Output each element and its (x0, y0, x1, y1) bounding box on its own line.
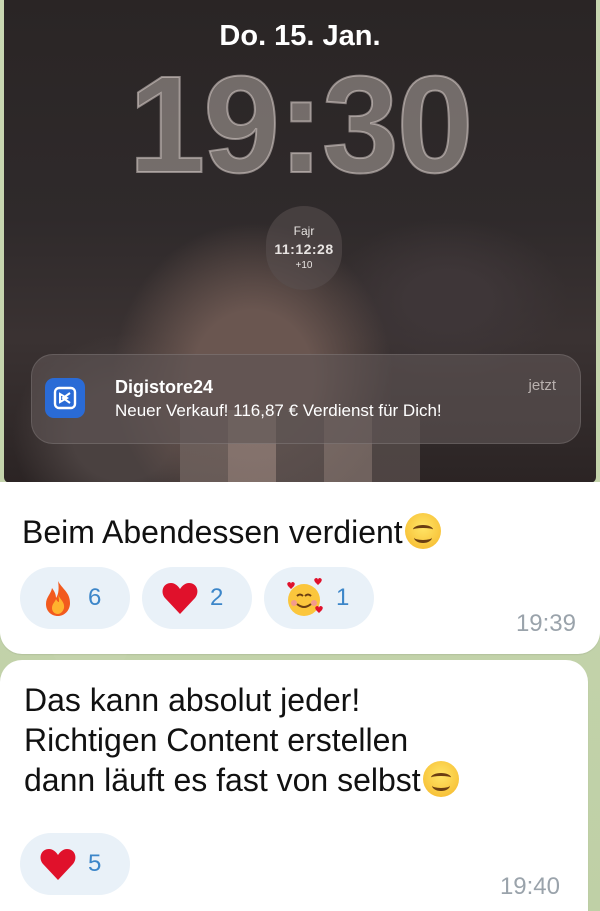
smiling-face-emoji-icon (404, 513, 441, 549)
widget-countdown: 11:12:28 (274, 241, 334, 257)
notification-time: jetzt (528, 377, 556, 394)
notification-message: Neuer Verkauf! 116,87 € Verdienst für Di… (115, 401, 442, 420)
notification-app-name: Digistore24 (115, 377, 214, 397)
widget-label: Fajr (293, 224, 315, 238)
reaction-heart[interactable]: 5 (20, 833, 130, 895)
lockscreen-screenshot[interactable]: Do. 15. Jan. 19:30 Fajr 11:12:28 +10 Dig… (4, 0, 596, 483)
reaction-count: 6 (88, 584, 102, 611)
reactions-bar: 5 (20, 833, 130, 895)
widget-sub: +10 (295, 260, 313, 271)
prayer-time-widget: Fajr 11:12:28 +10 (266, 206, 342, 290)
message-time: 19:40 (499, 873, 560, 900)
fire-emoji-icon (46, 581, 70, 616)
smiling-face-with-hearts-emoji-icon (287, 578, 323, 616)
lockscreen-clock: 19:30 (128, 48, 475, 202)
reaction-smiling-hearts[interactable]: 1 (264, 567, 374, 629)
reaction-count: 5 (88, 850, 102, 877)
digistore24-app-icon (45, 378, 85, 418)
notification-card[interactable]: Digistore24 Neuer Verkauf! 116,87 € Verd… (31, 354, 581, 444)
message-bubble[interactable]: Beim Abendessen verdient 6 2 1 19:39 (0, 482, 600, 654)
message-time: 19:39 (515, 610, 576, 637)
reactions-bar: 6 2 1 (20, 567, 374, 629)
reaction-count: 2 (210, 584, 224, 611)
message-bubble[interactable]: Das kann absolut jeder! Richtigen Conten… (0, 660, 588, 911)
smiling-face-emoji-icon (422, 761, 459, 797)
message-text: Das kann absolut jeder! Richtigen Conten… (24, 680, 459, 800)
reaction-count: 1 (336, 584, 350, 611)
reaction-heart[interactable]: 2 (142, 567, 252, 629)
message-text: Beim Abendessen verdient (22, 512, 441, 552)
red-heart-emoji-icon (162, 583, 198, 614)
red-heart-emoji-icon (40, 849, 76, 880)
reaction-fire[interactable]: 6 (20, 567, 130, 629)
